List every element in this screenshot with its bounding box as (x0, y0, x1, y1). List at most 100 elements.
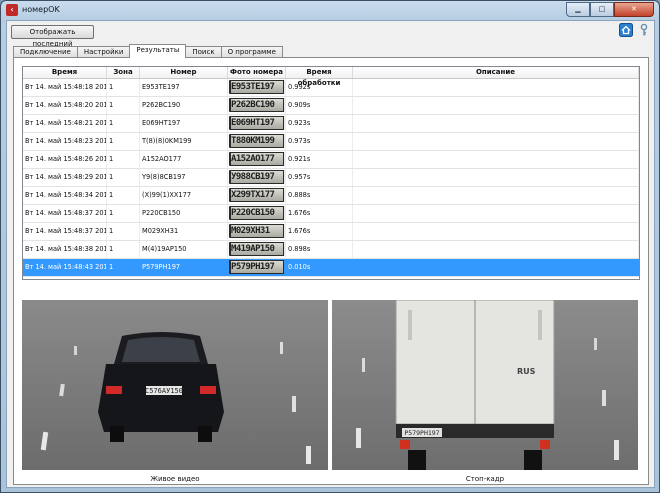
minimize-button[interactable]: ▁ (566, 2, 590, 17)
cell-zone: 1 (107, 79, 140, 96)
minimize-icon: ▁ (575, 5, 581, 13)
cell-time: Вт 14. май 15:48:43 2013 (23, 259, 107, 276)
cell-description (353, 151, 639, 168)
column-header-photo[interactable]: Фото номера (228, 67, 286, 78)
cell-plate-photo: Х299ТХ177 (228, 187, 286, 204)
plate-image: Е953ТЕ197 (229, 80, 285, 94)
app-icon: ‹ (6, 4, 18, 16)
plate-image-text: Т880КМ199 (231, 135, 283, 147)
plate-image: Т880КМ199 (229, 134, 285, 148)
cell-zone: 1 (107, 151, 140, 168)
table-row[interactable]: Вт 14. май 15:48:29 2013 1 Y9(8)8CB197 У988… (23, 169, 639, 187)
results-panel: Время Зона Номер Фото номера Время обраб… (13, 57, 649, 485)
plate-image: Р262ВС190 (229, 98, 285, 112)
column-header-processing-time[interactable]: Время обработки (286, 67, 353, 87)
title-bar[interactable]: ‹ номерOK ▁ □ ✕ (1, 1, 659, 19)
table-body: Вт 14. май 15:48:18 2013 1 E953TE197 Е953ТЕ… (23, 79, 639, 277)
cell-zone: 1 (107, 223, 140, 240)
live-video-image: С576АУ150 (22, 300, 328, 470)
cell-description (353, 259, 639, 276)
stop-frame-image: RUS Р579РН197 (332, 300, 638, 470)
cell-time: Вт 14. май 15:48:38 2013 (23, 241, 107, 258)
plate-image: М029ХН31 (229, 224, 285, 238)
show-last-button[interactable]: Отображать последний (11, 25, 94, 48)
client-area: Отображать последний Подключение Настрой… (6, 20, 655, 488)
cell-description (353, 133, 639, 150)
plate-image: Р220СВ150 (229, 206, 285, 220)
cell-description (353, 79, 639, 96)
cell-processing-time: 0.973s (286, 133, 353, 150)
cell-description (353, 169, 639, 186)
cell-time: Вт 14. май 15:48:29 2013 (23, 169, 107, 186)
cell-plate-photo: М029ХН31 (228, 223, 286, 240)
cell-zone: 1 (107, 97, 140, 114)
cell-time: Вт 14. май 15:48:26 2013 (23, 151, 107, 168)
maximize-icon: □ (598, 5, 606, 13)
home-icon (619, 23, 633, 37)
cell-plate-photo: А152АО177 (228, 151, 286, 168)
plate-image: Е069НТ197 (229, 116, 285, 130)
table-row[interactable]: Вт 14. май 15:48:18 2013 1 E953TE197 Е953ТЕ… (23, 79, 639, 97)
cell-plate-photo: Т880КМ199 (228, 133, 286, 150)
cell-plate-photo: У988СВ197 (228, 169, 286, 186)
table-row[interactable]: Вт 14. май 15:48:43 2013 1 P579PH197 Р579РН… (23, 259, 639, 277)
window-controls: ▁ □ ✕ (566, 2, 654, 17)
home-button[interactable] (619, 23, 633, 37)
truck-text: RUS (517, 367, 536, 376)
table-row[interactable]: Вт 14. май 15:48:21 2013 1 E069HT197 Е069НТ… (23, 115, 639, 133)
cell-number: Y9(8)8CB197 (140, 169, 228, 186)
truck-plate: Р579РН197 (404, 429, 439, 437)
cell-plate-photo: Р220СВ150 (228, 205, 286, 222)
plate-image: М419АР150 (229, 242, 285, 256)
cell-description (353, 97, 639, 114)
table-header: Время Зона Номер Фото номера Время обраб… (23, 67, 639, 87)
plate-image-text: Е069НТ197 (231, 117, 283, 129)
cell-time: Вт 14. май 15:48:21 2013 (23, 115, 107, 132)
cell-time: Вт 14. май 15:48:18 2013 (23, 79, 107, 96)
cell-zone: 1 (107, 115, 140, 132)
table-row[interactable]: Вт 14. май 15:48:37 2013 1 M029XH31 М029ХН3… (23, 223, 639, 241)
column-header-zone[interactable]: Зона (107, 67, 140, 78)
tab-bar: Подключение Настройки Результаты Поиск О… (13, 44, 283, 58)
cell-zone: 1 (107, 187, 140, 204)
column-header-time[interactable]: Время (23, 67, 107, 78)
cell-zone: 1 (107, 205, 140, 222)
cell-processing-time: 0.923s (286, 115, 353, 132)
plate-image: А152АО177 (229, 152, 285, 166)
cell-processing-time: 0.921s (286, 151, 353, 168)
cell-processing-time: 0.909s (286, 97, 353, 114)
column-header-description[interactable]: Описание (353, 67, 639, 78)
table-row[interactable]: Вт 14. май 15:48:23 2013 1 T(8)(8)0KM199 Т8… (23, 133, 639, 151)
cell-processing-time: 0.957s (286, 169, 353, 186)
cell-description (353, 241, 639, 258)
table-row[interactable]: Вт 14. май 15:48:34 2013 1 (X)99(1)XX177 Х2… (23, 187, 639, 205)
key-icon (640, 23, 648, 36)
cell-time: Вт 14. май 15:48:20 2013 (23, 97, 107, 114)
cell-processing-time: 0.888s (286, 187, 353, 204)
tab-results[interactable]: Результаты (129, 44, 187, 58)
plate-image-text: А152АО177 (231, 153, 283, 165)
cell-number: A152AO177 (140, 151, 228, 168)
column-header-number[interactable]: Номер (140, 67, 228, 78)
table-row[interactable]: Вт 14. май 15:48:38 2013 1 M(4)19AP150 М419… (23, 241, 639, 259)
maximize-button[interactable]: □ (590, 2, 614, 17)
cell-time: Вт 14. май 15:48:37 2013 (23, 205, 107, 222)
table-row[interactable]: Вт 14. май 15:48:37 2013 1 P220CB150 Р220СВ… (23, 205, 639, 223)
cell-number: P220CB150 (140, 205, 228, 222)
close-icon: ✕ (631, 5, 637, 13)
results-table[interactable]: Время Зона Номер Фото номера Время обраб… (22, 66, 640, 280)
cell-number: E953TE197 (140, 79, 228, 96)
close-button[interactable]: ✕ (614, 2, 654, 17)
cell-zone: 1 (107, 241, 140, 258)
app-window: ‹ номерOK ▁ □ ✕ Отображать последний Под… (0, 0, 660, 493)
key-button[interactable] (637, 23, 651, 37)
plate-image-text: М419АР150 (231, 243, 283, 255)
table-row[interactable]: Вт 14. май 15:48:26 2013 1 A152AO177 А152АО… (23, 151, 639, 169)
cell-time: Вт 14. май 15:48:23 2013 (23, 133, 107, 150)
cell-plate-photo: М419АР150 (228, 241, 286, 258)
plate-image-text: Р220СВ150 (231, 207, 283, 219)
stop-frame-label: Стоп-кадр (465, 475, 505, 483)
cell-number: E069HT197 (140, 115, 228, 132)
table-row[interactable]: Вт 14. май 15:48:20 2013 1 P262BC190 Р262ВС… (23, 97, 639, 115)
plate-image-text: Е953ТЕ197 (231, 81, 283, 93)
